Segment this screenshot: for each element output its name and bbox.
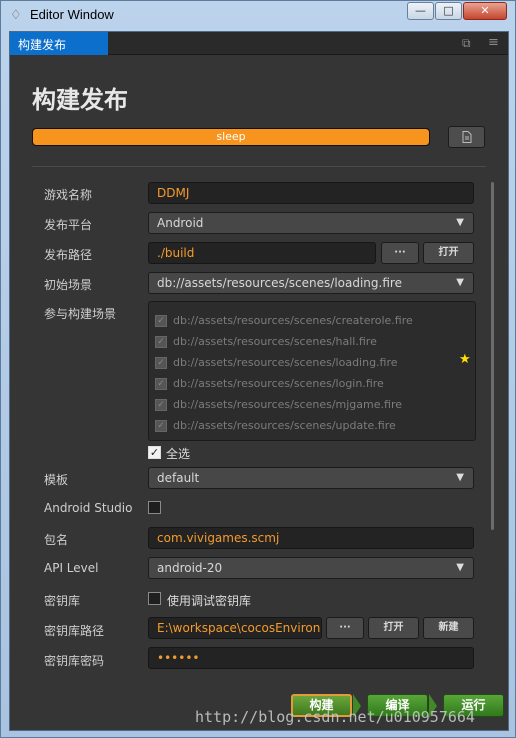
chevron-down-icon: ▼ <box>456 472 464 483</box>
scene-checkbox[interactable]: ✓ <box>155 336 167 348</box>
scene-checkbox[interactable]: ✓ <box>155 420 167 432</box>
minimize-button[interactable]: — <box>407 2 434 20</box>
keystore-password-label: 密钥库密码 <box>44 654 105 668</box>
start-scene-label: 初始场景 <box>44 278 93 292</box>
platform-value: Android <box>157 216 204 230</box>
debug-keystore-label: 使用调试密钥库 <box>167 594 252 608</box>
maximize-button[interactable]: □ <box>435 2 462 20</box>
scene-path: db://assets/resources/scenes/login.fire <box>173 377 384 390</box>
scene-path: db://assets/resources/scenes/update.fire <box>173 419 396 432</box>
divider <box>32 166 486 167</box>
chevron-down-icon: ▼ <box>456 562 464 573</box>
api-level-label: API Level <box>44 561 99 575</box>
start-scene-value: db://assets/resources/scenes/loading.fir… <box>157 276 402 290</box>
start-scene-select[interactable]: db://assets/resources/scenes/loading.fir… <box>148 272 474 294</box>
keystore-new-button[interactable]: 新建 <box>423 617 474 639</box>
chevron-down-icon: ▼ <box>456 217 464 228</box>
build-path-open-button[interactable]: 打开 <box>423 242 474 264</box>
build-path-input[interactable]: ./build <box>148 242 376 264</box>
keystore-path-input[interactable]: E:\workspace\cocosEnvironme <box>148 617 322 639</box>
keystore-open-button[interactable]: 打开 <box>368 617 419 639</box>
build-path-label: 发布路径 <box>44 248 93 262</box>
keystore-label: 密钥库 <box>44 594 81 608</box>
watermark: http://blog.csdn.net/u010957664 <box>195 708 475 726</box>
api-level-value: android-20 <box>157 561 223 575</box>
template-label: 模板 <box>44 473 69 487</box>
menu-icon[interactable]: ≡ <box>488 35 499 50</box>
keystore-password-input[interactable]: •••••• <box>148 647 474 669</box>
editor-window: ♢ Editor Window — □ ✕ 构建发布 ⧉ ≡ 构建发布 slee… <box>0 0 516 738</box>
scrollbar[interactable] <box>491 182 494 530</box>
select-all-label: 全选 <box>166 447 191 461</box>
app-icon: ♢ <box>10 8 22 23</box>
android-studio-label: Android Studio <box>44 501 133 515</box>
build-progress-bar: sleep <box>32 128 430 146</box>
build-panel: 构建发布 ⧉ ≡ 构建发布 sleep 游戏名称 DDMJ 发布平台 Andro… <box>9 31 509 731</box>
chevron-down-icon: ▼ <box>456 277 464 288</box>
progress-label: sleep <box>216 130 246 143</box>
scene-checkbox[interactable]: ✓ <box>155 399 167 411</box>
debug-keystore-checkbox[interactable] <box>148 592 161 605</box>
platform-select[interactable]: Android ▼ <box>148 212 474 234</box>
build-path-browse-button[interactable]: ··· <box>381 242 419 264</box>
log-file-button[interactable] <box>448 126 485 148</box>
android-studio-checkbox[interactable] <box>148 501 161 514</box>
popout-icon[interactable]: ⧉ <box>462 36 471 51</box>
platform-label: 发布平台 <box>44 218 93 232</box>
scene-path: db://assets/resources/scenes/mjgame.fire <box>173 398 402 411</box>
page-title: 构建发布 <box>32 86 128 114</box>
scene-checkbox[interactable]: ✓ <box>155 315 167 327</box>
tab-build-publish[interactable]: 构建发布 <box>10 32 108 55</box>
window-title: Editor Window <box>30 7 114 22</box>
title-bar[interactable]: ♢ Editor Window — □ ✕ <box>1 1 516 31</box>
start-scene-star-icon: ★ <box>459 352 471 367</box>
scene-list: ✓ db://assets/resources/scenes/createrole… <box>148 301 476 441</box>
api-level-select[interactable]: android-20 ▼ <box>148 557 474 579</box>
scene-checkbox[interactable]: ✓ <box>155 357 167 369</box>
tab-bar: 构建发布 ⧉ ≡ <box>10 32 508 55</box>
game-name-input[interactable]: DDMJ <box>148 182 474 204</box>
close-button[interactable]: ✕ <box>463 2 507 20</box>
game-name-label: 游戏名称 <box>44 188 93 202</box>
scene-path: db://assets/resources/scenes/createrole.… <box>173 314 413 327</box>
keystore-browse-button[interactable]: ··· <box>326 617 364 639</box>
scene-checkbox[interactable]: ✓ <box>155 378 167 390</box>
template-select[interactable]: default ▼ <box>148 467 474 489</box>
package-name-label: 包名 <box>44 533 69 547</box>
template-value: default <box>157 471 200 485</box>
build-scenes-label: 参与构建场景 <box>44 307 117 321</box>
keystore-path-label: 密钥库路径 <box>44 624 105 638</box>
package-name-input[interactable]: com.vivigames.scmj <box>148 527 474 549</box>
scene-path: db://assets/resources/scenes/loading.fir… <box>173 356 398 369</box>
scene-path: db://assets/resources/scenes/hall.fire <box>173 335 377 348</box>
select-all-checkbox[interactable]: ✓ <box>148 446 161 459</box>
document-icon <box>462 131 471 143</box>
